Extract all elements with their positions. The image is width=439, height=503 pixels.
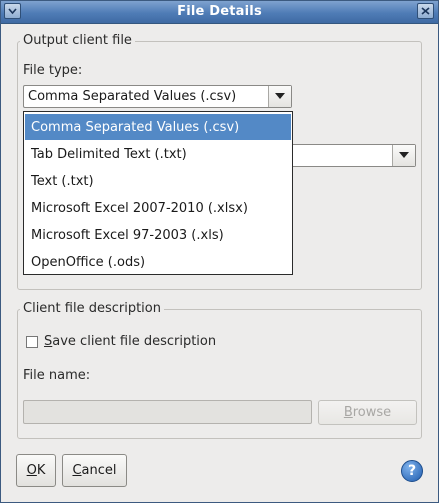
title-bar[interactable]: File Details: [1, 1, 438, 24]
cancel-button[interactable]: Cancel: [62, 454, 127, 487]
window-title: File Details: [177, 4, 262, 19]
file-type-option-ods[interactable]: OpenOffice (.ods): [25, 249, 291, 275]
description-group-legend: Client file description: [20, 301, 164, 316]
file-type-dropdown-button[interactable]: [268, 86, 291, 107]
file-details-dialog: File Details Output client file File typ…: [0, 0, 439, 503]
ok-button-label: OK: [26, 463, 46, 478]
file-name-label: File name:: [23, 368, 91, 383]
file-type-option-tab-txt[interactable]: Tab Delimited Text (.txt): [25, 141, 291, 167]
file-type-option-txt[interactable]: Text (.txt): [25, 168, 291, 194]
file-type-dropdown-list: Comma Separated Values (.csv) Tab Delimi…: [23, 111, 293, 275]
output-group-legend: Output client file: [20, 33, 135, 48]
triangle-down-icon: [275, 93, 285, 99]
file-name-field[interactable]: [23, 400, 312, 424]
browse-button-label: Browse: [343, 405, 392, 420]
cancel-button-label: Cancel: [72, 463, 117, 478]
close-icon: [421, 7, 430, 15]
file-type-label: File type:: [23, 63, 83, 78]
file-type-combo[interactable]: Comma Separated Values (.csv): [23, 85, 292, 108]
file-type-selected: Comma Separated Values (.csv): [28, 89, 237, 104]
triangle-down-icon: [399, 152, 409, 158]
close-button[interactable]: [417, 3, 434, 19]
browse-button[interactable]: Browse: [318, 400, 417, 425]
help-icon[interactable]: ?: [401, 460, 423, 482]
file-type-option-csv[interactable]: Comma Separated Values (.csv): [25, 114, 291, 140]
file-type-option-xlsx[interactable]: Microsoft Excel 2007-2010 (.xlsx): [25, 195, 291, 221]
second-combo-dropdown-button[interactable]: [392, 145, 415, 166]
file-type-option-xls[interactable]: Microsoft Excel 97-2003 (.xls): [25, 222, 291, 248]
save-description-label[interactable]: Save client file description: [44, 334, 216, 349]
save-description-checkbox[interactable]: [26, 336, 38, 348]
ok-button[interactable]: OK: [16, 454, 56, 487]
